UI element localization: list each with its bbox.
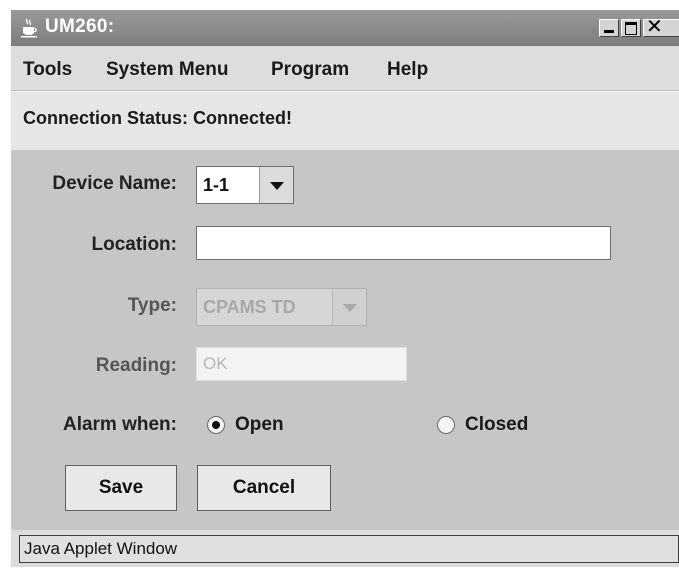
maximize-button[interactable]: [621, 19, 641, 37]
minimize-icon: [604, 30, 614, 33]
menu-system-menu[interactable]: System Menu: [106, 59, 228, 81]
window-title: UM260:: [45, 16, 115, 37]
type-select[interactable]: CPAMS TD: [196, 288, 367, 326]
chevron-down-icon: [270, 182, 284, 190]
java-cup-icon: [21, 18, 37, 38]
alarm-when-label: Alarm when:: [62, 414, 177, 435]
minimize-button[interactable]: [599, 19, 619, 37]
location-label: Location:: [91, 234, 178, 255]
alarm-closed-label[interactable]: Closed: [465, 414, 528, 436]
menu-bar: Tools System Menu Program Help: [11, 46, 679, 91]
alarm-closed-radio[interactable]: [437, 416, 455, 434]
alarm-open-label[interactable]: Open: [235, 414, 284, 436]
device-name-dropdown-button[interactable]: [259, 167, 293, 203]
applet-warning-text: Java Applet Window: [24, 539, 178, 558]
title-bar[interactable]: UM260: ✕: [11, 10, 679, 46]
type-dropdown-button[interactable]: [332, 289, 366, 325]
menu-tools[interactable]: Tools: [23, 59, 72, 81]
applet-window: UM260: ✕ Tools System Menu Program Help …: [11, 10, 679, 567]
menu-program[interactable]: Program: [271, 59, 349, 81]
maximize-icon: [625, 22, 637, 35]
alarm-open-radio[interactable]: [207, 416, 225, 434]
device-name-value: 1-1: [203, 175, 230, 195]
applet-footer: Java Applet Window: [11, 531, 679, 567]
location-input[interactable]: [196, 226, 611, 260]
applet-warning-bar: Java Applet Window: [19, 535, 679, 563]
device-name-select[interactable]: 1-1: [196, 166, 294, 204]
chevron-down-icon: [343, 304, 357, 312]
type-value: CPAMS TD: [203, 297, 296, 317]
connection-status-bar: Connection Status: Connected!: [11, 91, 679, 151]
close-icon: ✕: [646, 16, 663, 38]
reading-input[interactable]: [196, 347, 407, 381]
type-label: Type:: [127, 295, 177, 316]
connection-status-text: Connection Status: Connected!: [23, 108, 292, 128]
menu-help[interactable]: Help: [387, 59, 428, 81]
radio-selected-dot: [212, 421, 220, 429]
cancel-button[interactable]: Cancel: [197, 465, 331, 511]
close-button[interactable]: ✕: [643, 16, 679, 38]
device-name-label: Device Name:: [52, 173, 177, 194]
reading-label: Reading:: [95, 355, 177, 376]
device-form: Device Name: 1-1 Location: Type: CPAMS T…: [11, 150, 679, 530]
save-button[interactable]: Save: [65, 465, 177, 511]
